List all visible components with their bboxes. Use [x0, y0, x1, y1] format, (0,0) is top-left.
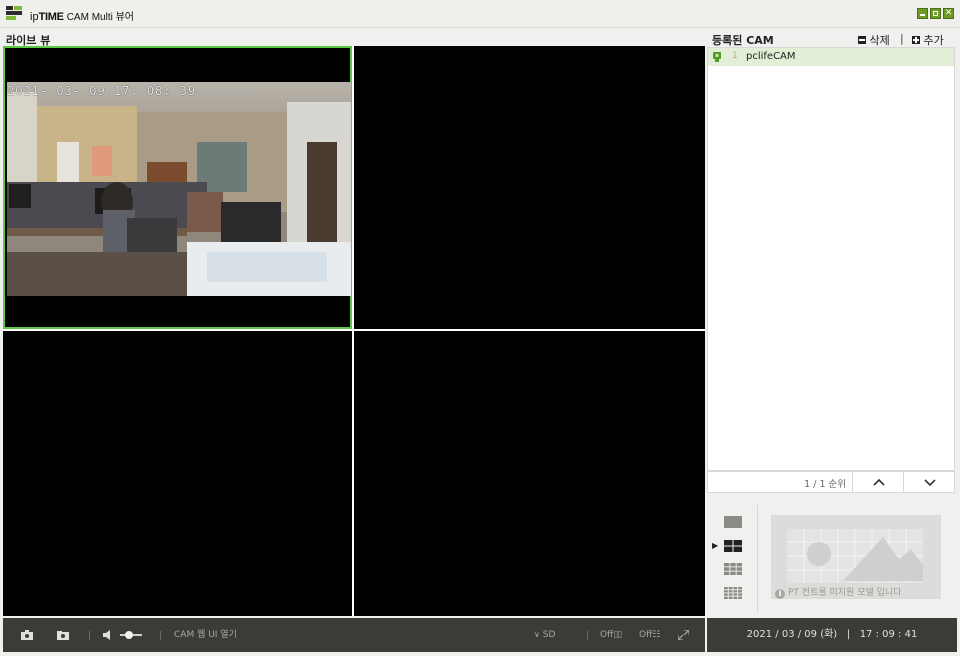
status-date: 2021 / 03 / 09 (화) — [746, 629, 838, 640]
toolbar-divider — [587, 631, 588, 640]
layout-3x3-icon[interactable] — [724, 563, 742, 575]
cam-index: 1 — [732, 51, 738, 61]
ptz-placeholder-image-icon — [787, 529, 923, 583]
registered-cam-title: 등록된 CAM — [712, 34, 774, 47]
status-time: 17 : 09 : 41 — [859, 629, 918, 640]
quality-select[interactable]: ∨ SD — [534, 618, 555, 652]
status-clock: 2021 / 03 / 09 (화) | 17 : 09 : 41 — [707, 618, 957, 652]
layout-selector: ▶ — [712, 512, 760, 608]
grid-overlay-toggle[interactable]: Off☷ — [639, 618, 660, 652]
delete-label: 삭제 — [869, 34, 890, 47]
video-toolbar: CAM 웹 UI 열기 ∨ SD Off▯▯ Off☷ — [3, 618, 705, 652]
video-cell-2[interactable] — [354, 46, 705, 329]
minus-icon — [858, 36, 866, 44]
ptz-control-panel: i PT 컨트롤 미지원 모델 입니다 — [771, 515, 941, 599]
live-view-grid: 2021- 03- 09 17: 08: 39 — [3, 46, 705, 616]
ptz-unsupported-message: i PT 컨트롤 미지원 모델 입니다 — [775, 585, 901, 599]
layout-4x4-icon[interactable] — [724, 587, 742, 599]
toolbar-divider — [160, 631, 161, 640]
registered-cam-list: 1 pclifeCAM — [707, 47, 955, 471]
pager-text: 1 / 1 순위 — [804, 479, 846, 490]
speaker-icon[interactable] — [103, 630, 113, 640]
page-down-button[interactable] — [903, 472, 955, 492]
chevron-down-icon — [923, 479, 936, 487]
office-scene-image — [7, 82, 351, 296]
record-icon: ▯▯ — [613, 630, 622, 640]
volume-slider[interactable] — [120, 631, 142, 639]
open-snapshot-folder-icon[interactable] — [57, 630, 69, 640]
cam-name: pclifeCAM — [746, 51, 796, 62]
quality-value: SD — [542, 630, 556, 640]
app-window: ipTIME CAM Multi 뷰어 ✕ 라이브 뷰 등록된 CAM 삭제 |… — [0, 0, 960, 656]
recording-toggle[interactable]: Off▯▯ — [600, 618, 622, 652]
panel-divider — [757, 505, 758, 613]
selected-layout-arrow-icon: ▶ — [712, 541, 719, 550]
open-cam-web-ui-button[interactable]: CAM 웹 UI 열기 — [174, 618, 237, 652]
close-button[interactable]: ✕ — [943, 8, 954, 19]
status-separator: | — [846, 629, 851, 640]
layout-2x2-icon[interactable] — [724, 540, 742, 552]
camera-feed — [7, 82, 351, 296]
volume-slider-handle[interactable] — [125, 631, 133, 639]
delete-button[interactable]: 삭제 — [858, 32, 890, 48]
plus-icon — [912, 36, 920, 44]
add-label: 추가 — [923, 34, 944, 47]
snapshot-camera-icon[interactable] — [21, 630, 33, 640]
cam-list-item[interactable]: 1 pclifeCAM — [708, 48, 954, 66]
osd-timestamp: 2021- 03- 09 17: 08: 39 — [7, 84, 197, 98]
app-title: ipTIME CAM Multi 뷰어 — [30, 11, 134, 23]
info-icon: i — [775, 589, 785, 599]
page-up-button[interactable] — [852, 472, 904, 492]
grid-icon: ☷ — [652, 630, 661, 640]
chevron-down-icon: ∨ — [534, 630, 540, 639]
video-cell-4[interactable] — [354, 331, 705, 616]
minimize-button[interactable] — [917, 8, 928, 19]
add-button[interactable]: 추가 — [912, 32, 944, 48]
header-separator: | — [900, 32, 904, 45]
title-bar: ipTIME CAM Multi 뷰어 ✕ — [0, 0, 960, 28]
fullscreen-icon[interactable] — [678, 630, 689, 640]
cam-list-pager: 1 / 1 순위 — [707, 471, 955, 493]
toolbar-divider — [89, 631, 90, 640]
iptime-logo-icon — [6, 6, 22, 20]
chevron-up-icon — [872, 478, 885, 486]
camera-status-icon — [713, 52, 721, 62]
video-cell-3[interactable] — [3, 331, 352, 616]
layout-1x1-icon[interactable] — [724, 516, 742, 528]
maximize-button[interactable] — [930, 8, 941, 19]
video-cell-1[interactable]: 2021- 03- 09 17: 08: 39 — [3, 46, 352, 329]
